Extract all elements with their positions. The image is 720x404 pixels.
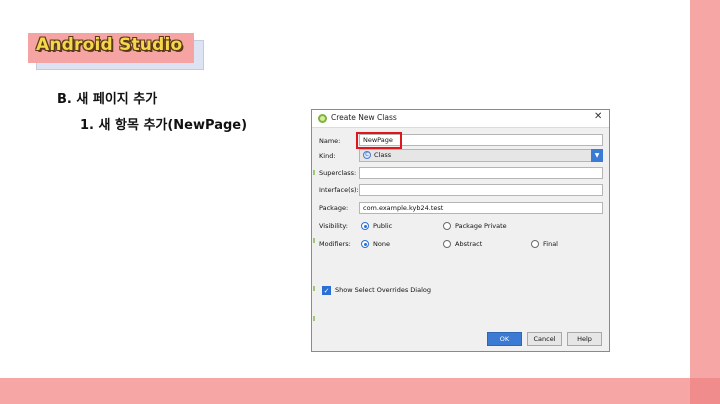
editor-gutter-mark [313,170,315,175]
modifier-final-radio[interactable] [531,240,539,248]
package-label: Package: [319,204,349,212]
help-button[interactable]: Help [567,332,602,346]
chevron-down-icon[interactable]: ▼ [591,149,603,162]
interfaces-label: Interface(s): [319,186,359,194]
bottom-decor-band [0,378,720,404]
cancel-button[interactable]: Cancel [527,332,562,346]
editor-gutter-mark [313,238,315,243]
modifier-final-label: Final [543,240,558,248]
android-studio-icon [318,114,327,123]
ok-button[interactable]: OK [487,332,522,346]
kind-select[interactable]: C Class ▼ [359,149,603,162]
modifier-none-label: None [373,240,390,248]
show-overrides-label: Show Select Overrides Dialog [335,286,432,294]
modifier-none-radio[interactable] [361,240,369,248]
dialog-titlebar: Create New Class ✕ [312,110,609,128]
package-input[interactable]: com.example.kyb24.test [359,202,603,214]
editor-gutter-mark [313,286,315,291]
kind-label: Kind: [319,152,336,160]
interfaces-input[interactable] [359,184,603,196]
class-kind-icon: C [363,151,371,159]
visibility-label: Visibility: [319,222,348,230]
sub-heading: 1. 새 항목 추가(NewPage) [80,118,248,133]
modifier-abstract-radio[interactable] [443,240,451,248]
visibility-package-private-label: Package Private [455,222,507,230]
right-decor-band [690,0,720,404]
close-icon[interactable]: ✕ [594,111,602,122]
modifiers-label: Modifiers: [319,240,351,248]
superclass-label: Superclass: [319,169,357,177]
kind-selected-value: Class [374,151,392,159]
slide-title: Android Studio [36,35,183,55]
name-highlight-box [356,132,402,149]
editor-gutter-mark [313,316,315,321]
visibility-package-private-radio[interactable] [443,222,451,230]
section-heading: B. 새 페이지 추가 [57,92,158,107]
create-new-class-dialog: Create New Class ✕ Name: NewPage Kind: C… [311,109,610,352]
bottom-corner-decor [690,378,720,404]
modifier-abstract-label: Abstract [455,240,483,248]
name-label: Name: [319,137,341,145]
superclass-input[interactable] [359,167,603,179]
dialog-title: Create New Class [331,113,397,122]
visibility-public-label: Public [373,222,393,230]
show-overrides-checkbox[interactable]: ✓ [322,286,331,295]
visibility-public-radio[interactable] [361,222,369,230]
